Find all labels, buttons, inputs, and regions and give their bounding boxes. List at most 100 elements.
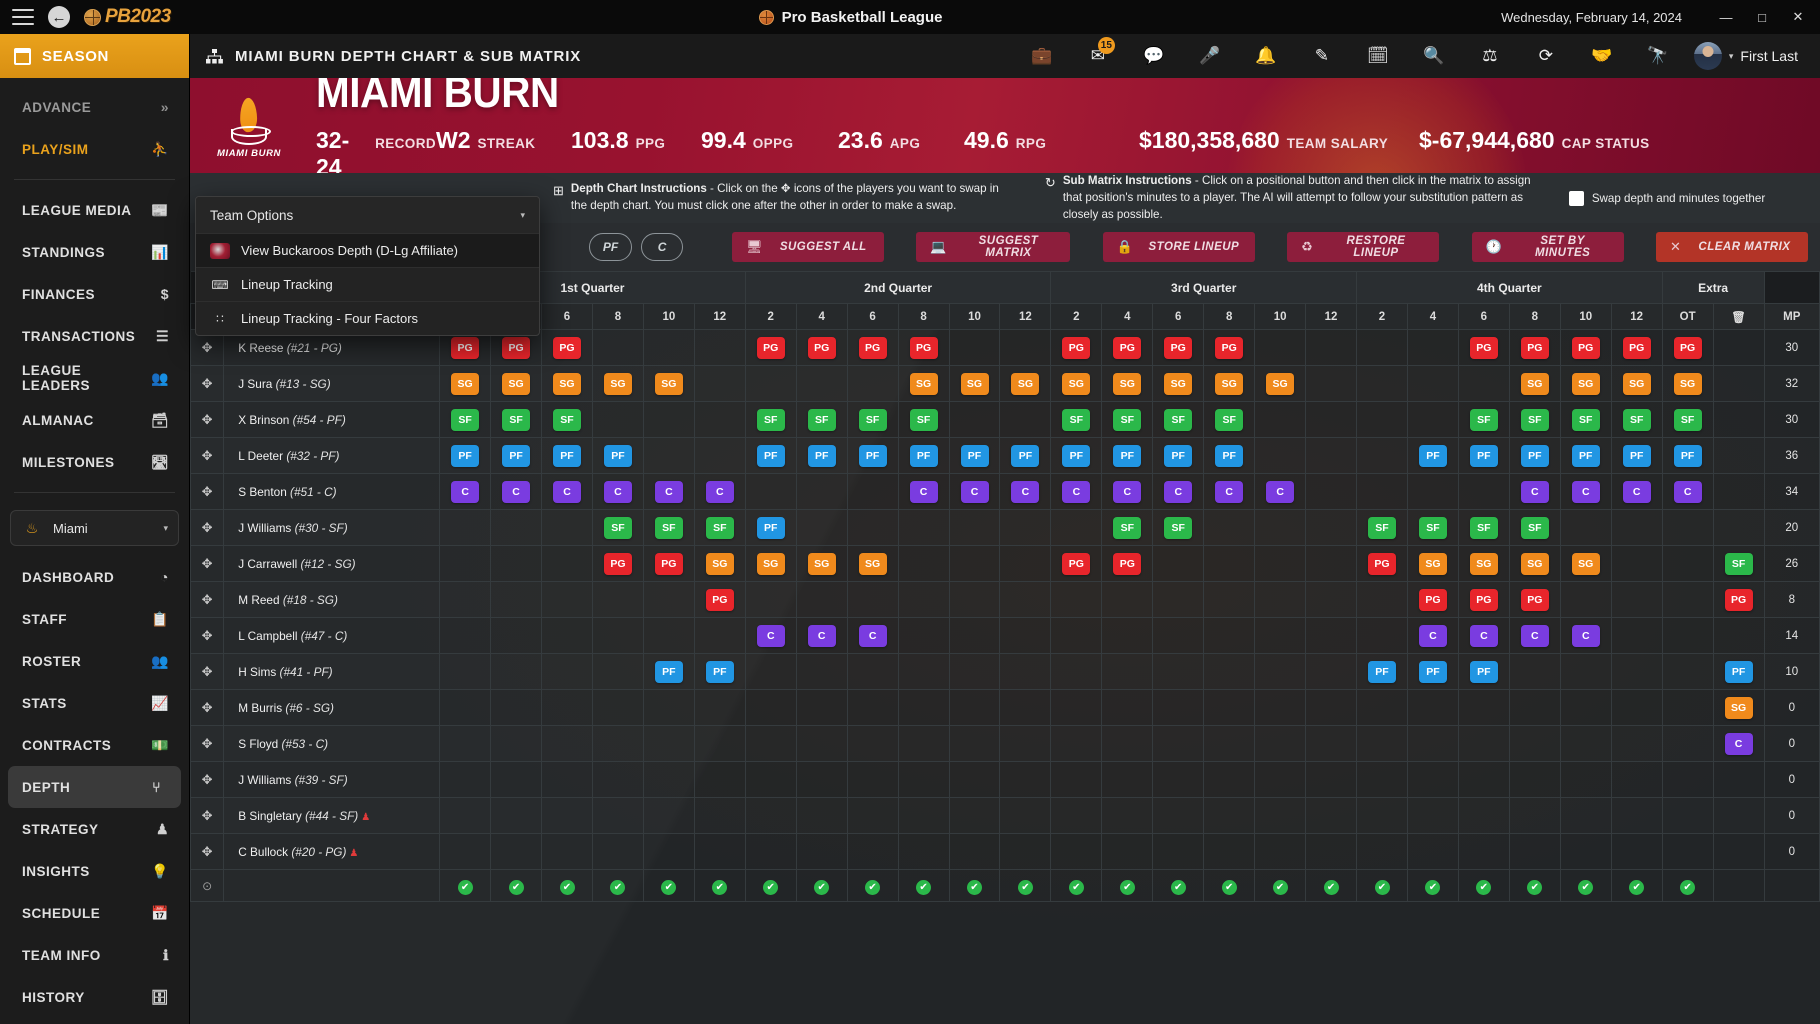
position-chip-c[interactable]: C (553, 481, 581, 503)
position-chip-sf[interactable]: SF (757, 409, 785, 431)
position-chip-sg[interactable]: SG (910, 373, 938, 395)
position-chip-pg[interactable]: PG (1572, 337, 1600, 359)
footer-cell[interactable]: ✔ (542, 870, 593, 902)
matrix-cell-filled[interactable]: PG (796, 330, 847, 366)
matrix-cell-empty[interactable] (1407, 366, 1458, 402)
matrix-cell-empty[interactable] (1306, 402, 1357, 438)
matrix-cell-filled[interactable]: PF (898, 438, 949, 474)
position-chip-sf[interactable]: SF (1419, 517, 1447, 539)
matrix-cell-empty[interactable] (1000, 726, 1051, 762)
matrix-cell-empty[interactable] (1611, 546, 1662, 582)
matrix-cell-empty[interactable] (1204, 834, 1255, 870)
position-chip-sg[interactable]: SG (1266, 373, 1294, 395)
matrix-cell-empty[interactable] (1458, 366, 1509, 402)
matrix-cell-empty[interactable] (643, 618, 694, 654)
matrix-cell-empty[interactable] (592, 798, 643, 834)
matrix-cell-empty[interactable] (847, 366, 898, 402)
matrix-cell-empty[interactable] (1713, 366, 1764, 402)
chat-icon[interactable]: 💬 (1126, 34, 1182, 78)
position-chip-pf[interactable]: PF (1011, 445, 1039, 467)
suggest-all-button[interactable]: 🖥 SUGGEST ALL (732, 232, 884, 262)
matrix-cell-empty[interactable] (1407, 798, 1458, 834)
matrix-cell-empty[interactable] (1306, 330, 1357, 366)
matrix-cell-filled[interactable]: SG (1560, 366, 1611, 402)
position-chip-sf[interactable]: SF (1674, 409, 1702, 431)
matrix-cell-empty[interactable] (1153, 834, 1204, 870)
matrix-cell-filled[interactable]: SF (542, 402, 593, 438)
position-chip-pf[interactable]: PF (1470, 445, 1498, 467)
matrix-cell-empty[interactable] (847, 762, 898, 798)
matrix-cell-filled[interactable]: SG (1204, 366, 1255, 402)
player-name-cell[interactable]: S Floyd (#53 - C) (224, 726, 440, 762)
matrix-cell-empty[interactable] (440, 834, 491, 870)
matrix-cell-filled[interactable]: SF (1662, 402, 1713, 438)
player-name-cell[interactable]: J Carrawell (#12 - SG) (224, 546, 440, 582)
matrix-cell-empty[interactable] (796, 654, 847, 690)
matrix-cell-filled[interactable]: PG (1509, 330, 1560, 366)
matrix-cell-empty[interactable] (1306, 438, 1357, 474)
team-options-header[interactable]: Team Options ▾ (196, 197, 539, 233)
player-name-cell[interactable]: J Sura (#13 - SG) (224, 366, 440, 402)
matrix-cell-filled[interactable]: SG (949, 366, 1000, 402)
position-chip-sg[interactable]: SG (604, 373, 632, 395)
matrix-cell-empty[interactable] (1051, 690, 1102, 726)
matrix-cell-empty[interactable] (491, 690, 542, 726)
player-name-cell[interactable]: C Bullock (#20 - PG)♟ (224, 834, 440, 870)
matrix-cell-filled[interactable]: SG (643, 366, 694, 402)
matrix-cell-filled[interactable]: PG (592, 546, 643, 582)
footer-cell[interactable]: ✔ (1357, 870, 1408, 902)
matrix-cell-empty[interactable] (643, 798, 694, 834)
position-chip-sg[interactable]: SG (1572, 373, 1600, 395)
matrix-cell-empty[interactable] (1662, 654, 1713, 690)
column-validate-check-icon[interactable]: ✔ (1527, 880, 1542, 895)
matrix-cell-empty[interactable] (1713, 438, 1764, 474)
matrix-cell-empty[interactable] (1458, 726, 1509, 762)
sidebar-item-strategy[interactable]: STRATEGY ♟ (0, 808, 189, 850)
sidebar-item-contracts[interactable]: CONTRACTS 💵 (0, 724, 189, 766)
column-validate-check-icon[interactable]: ✔ (1222, 880, 1237, 895)
matrix-cell-empty[interactable] (949, 618, 1000, 654)
column-validate-check-icon[interactable]: ✔ (1324, 880, 1339, 895)
sidebar-item-transactions[interactable]: TRANSACTIONS ☰ (0, 315, 189, 357)
matrix-cell-filled[interactable]: SF (1458, 402, 1509, 438)
matrix-cell-filled[interactable]: PG (1102, 330, 1153, 366)
matrix-cell-empty[interactable] (542, 690, 593, 726)
matrix-cell-empty[interactable] (898, 762, 949, 798)
matrix-cell-filled[interactable]: PG (694, 582, 745, 618)
matrix-cell-empty[interactable] (1509, 690, 1560, 726)
matrix-cell-empty[interactable] (898, 834, 949, 870)
matrix-cell-empty[interactable] (592, 690, 643, 726)
matrix-cell-filled[interactable]: SG (1458, 546, 1509, 582)
store-lineup-button[interactable]: 🔒 STORE LINEUP (1103, 232, 1255, 262)
player-drag-handle[interactable]: ✥ (191, 618, 224, 654)
matrix-cell-empty[interactable] (491, 654, 542, 690)
matrix-cell-empty[interactable] (1255, 690, 1306, 726)
matrix-cell-empty[interactable] (1306, 474, 1357, 510)
sidebar-item-league-leaders[interactable]: LEAGUE LEADERS 👥 (0, 357, 189, 399)
matrix-cell-empty[interactable] (1560, 510, 1611, 546)
matrix-cell-filled[interactable]: SG (1153, 366, 1204, 402)
player-name-cell[interactable]: B Singletary (#44 - SF)♟ (224, 798, 440, 834)
matrix-cell-filled[interactable]: C (1153, 474, 1204, 510)
matrix-cell-empty[interactable] (592, 582, 643, 618)
player-drag-handle[interactable]: ✥ (191, 474, 224, 510)
matrix-cell-empty[interactable] (1662, 690, 1713, 726)
matrix-cell-empty[interactable] (1153, 690, 1204, 726)
matrix-cell-empty[interactable] (745, 798, 796, 834)
player-drag-handle[interactable]: ✥ (191, 510, 224, 546)
matrix-cell-empty[interactable] (796, 762, 847, 798)
matrix-cell-empty[interactable] (1306, 654, 1357, 690)
matrix-cell-empty[interactable] (1204, 762, 1255, 798)
matrix-cell-empty[interactable] (1000, 618, 1051, 654)
matrix-cell-empty[interactable] (592, 762, 643, 798)
footer-cell[interactable]: ✔ (1407, 870, 1458, 902)
matrix-cell-empty[interactable] (1407, 762, 1458, 798)
matrix-cell-filled[interactable]: SF (1102, 510, 1153, 546)
matrix-cell-empty[interactable] (1611, 690, 1662, 726)
matrix-cell-empty[interactable] (1306, 690, 1357, 726)
position-chip-sf[interactable]: SF (1062, 409, 1090, 431)
position-chip-pg[interactable]: PG (1725, 589, 1753, 611)
matrix-cell-empty[interactable] (592, 726, 643, 762)
matrix-cell-empty[interactable] (898, 510, 949, 546)
position-chip-sf[interactable]: SF (859, 409, 887, 431)
